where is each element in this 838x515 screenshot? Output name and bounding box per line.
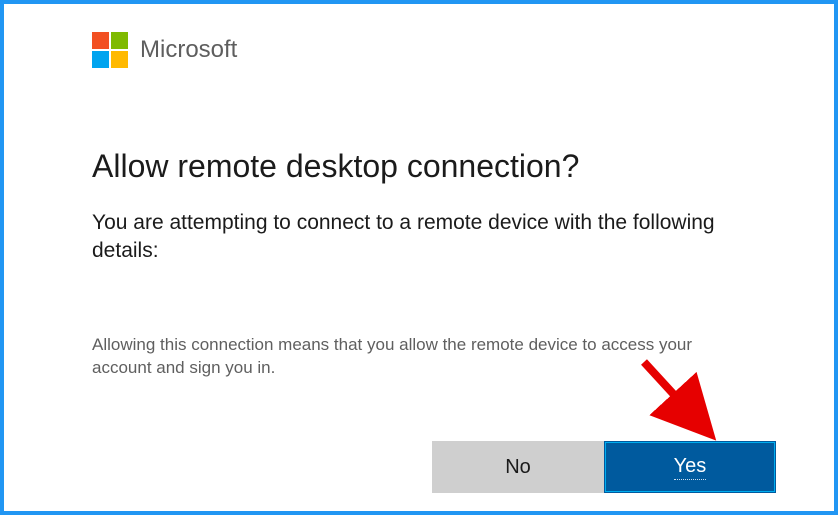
- brand-row: Microsoft: [92, 32, 754, 68]
- button-row: No Yes: [432, 441, 776, 493]
- no-button-label: No: [505, 456, 531, 479]
- dialog-note: Allowing this connection means that you …: [92, 334, 712, 380]
- dialog-content: Microsoft Allow remote desktop connectio…: [4, 4, 834, 380]
- brand-name: Microsoft: [140, 36, 237, 64]
- yes-button-label: Yes: [674, 455, 707, 480]
- dialog-title: Allow remote desktop connection?: [92, 148, 754, 185]
- microsoft-logo-icon: [92, 32, 128, 68]
- no-button[interactable]: No: [432, 441, 604, 493]
- dialog-subtitle: You are attempting to connect to a remot…: [92, 209, 732, 266]
- yes-button[interactable]: Yes: [604, 441, 776, 493]
